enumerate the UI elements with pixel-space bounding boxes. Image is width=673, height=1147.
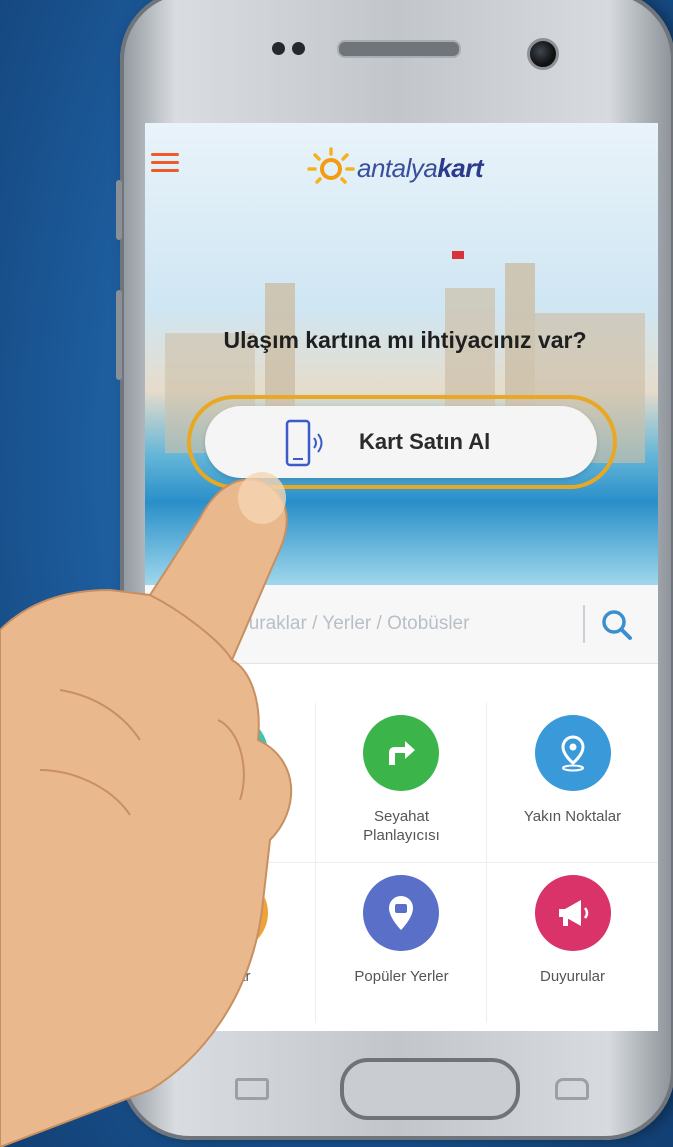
tile-nearby-points[interactable]: Yakın Noktalar [487,703,658,863]
hamburger-menu-icon[interactable] [151,153,179,173]
sun-logo-icon [307,147,355,184]
tile-label: Seyahat Planlayıcısı [363,808,440,844]
tile-label: Duyurular [539,968,606,985]
tile-trip-planner[interactable]: Seyahat Planlayıcısı [316,703,487,863]
sensor-dot [292,42,305,55]
sensor-dot [272,42,285,55]
app-header: antalyakart [145,123,658,203]
volume-button [116,180,122,240]
turn-right-arrow-icon [363,715,439,791]
front-camera [527,38,559,70]
tile-label: Popüler Yerler [354,968,449,985]
hero-title: Ulaşım kartına mı ihtiyacınız var? [223,327,587,353]
logo-text-kart: kart [437,153,484,183]
logo-text-antalya: antalya [357,153,438,183]
pointing-hand [0,472,293,1147]
popular-place-pin-icon [363,875,439,951]
search-divider [583,605,585,643]
earpiece-speaker [337,40,461,58]
logo-text: antalyakart [357,153,484,184]
flag [452,251,464,259]
megaphone-icon [534,875,611,951]
back-key[interactable] [555,1078,589,1100]
tile-popular-places[interactable]: Popüler Yerler [316,863,487,1023]
home-button[interactable] [340,1058,520,1120]
volume-button [116,290,122,380]
location-pin-icon [534,715,611,791]
tile-label: Yakın Noktalar [523,808,622,825]
tile-announcements[interactable]: Duyurular [487,863,658,1023]
app-logo: antalyakart [305,145,505,189]
search-icon[interactable] [597,605,637,645]
